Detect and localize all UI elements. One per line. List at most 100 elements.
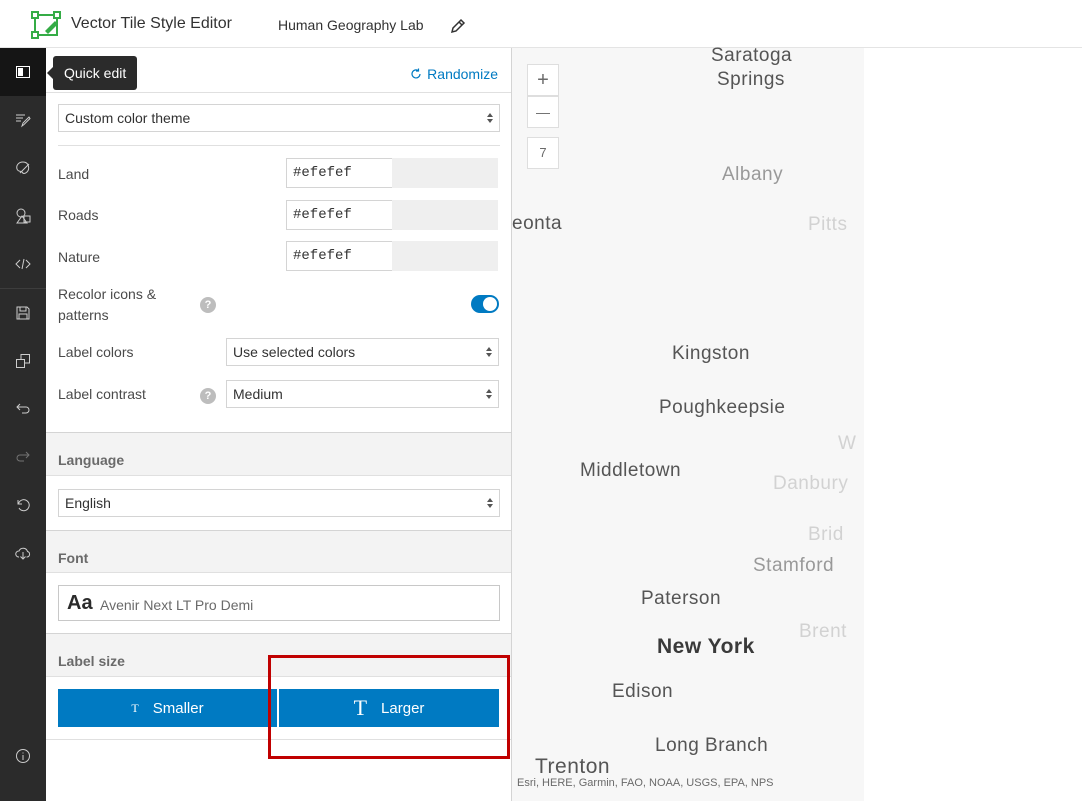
undo-button[interactable] xyxy=(0,385,46,433)
quick-edit-panel: Randomize Custom color theme Land #efefe… xyxy=(46,48,512,801)
language-value: English xyxy=(65,495,111,511)
larger-label: Larger xyxy=(381,699,425,717)
map-label-oneonta: eonta xyxy=(512,213,563,234)
reset-icon xyxy=(17,499,30,512)
recolor-label-line2: patterns xyxy=(58,307,109,323)
text-larger-icon: T xyxy=(353,695,368,720)
font-sample: Aa xyxy=(67,592,93,614)
pencil-icon[interactable] xyxy=(449,17,467,35)
map-label-bridgeport: Brid xyxy=(808,524,844,545)
roads-color-swatch[interactable] xyxy=(392,200,498,230)
color-theme-value: Custom color theme xyxy=(65,110,191,126)
edit-layers-button[interactable] xyxy=(0,96,46,144)
redo-icon xyxy=(16,451,30,462)
project-name: Human Geography Lab xyxy=(278,17,424,33)
smaller-label-button[interactable]: T Smaller xyxy=(58,689,277,727)
divider xyxy=(46,739,511,740)
smaller-label: Smaller xyxy=(152,699,204,717)
map-label-brentwood: Brent xyxy=(799,621,847,642)
edit-colors-icon xyxy=(16,161,30,174)
divider xyxy=(58,145,500,146)
recolor-toggle[interactable] xyxy=(471,295,499,313)
roads-color-input[interactable]: #efefef xyxy=(286,200,393,230)
map-label-paterson: Paterson xyxy=(641,588,722,609)
label-colors-label: Label colors xyxy=(58,344,134,360)
divider xyxy=(46,92,511,93)
map-label-trenton: Trenton xyxy=(535,755,611,778)
edit-layers-icon xyxy=(16,114,31,128)
refresh-icon xyxy=(411,68,421,79)
duplicate-icon xyxy=(16,354,30,368)
quick-edit-button[interactable] xyxy=(0,48,46,96)
label-size-title: Label size xyxy=(58,653,125,669)
land-label: Land xyxy=(58,166,90,182)
label-colors-value: Use selected colors xyxy=(233,344,356,360)
font-title: Font xyxy=(58,550,89,566)
larger-label-button[interactable]: T Larger xyxy=(279,689,499,727)
edit-colors-button[interactable] xyxy=(0,144,46,192)
info-button[interactable] xyxy=(0,732,46,780)
randomize-label: Randomize xyxy=(427,66,498,82)
map-label-long-branch: Long Branch xyxy=(655,735,769,756)
vector-tile-style-editor-logo-icon xyxy=(31,11,61,39)
label-contrast-select[interactable]: Medium xyxy=(226,380,499,408)
language-select[interactable]: English xyxy=(58,489,500,517)
color-theme-select[interactable]: Custom color theme xyxy=(58,104,500,132)
text-smaller-icon: T xyxy=(131,700,139,715)
help-icon[interactable]: ? xyxy=(200,388,216,404)
duplicate-button[interactable] xyxy=(0,337,46,385)
roads-label: Roads xyxy=(58,207,99,223)
quick-edit-icon xyxy=(16,66,30,78)
tool-rail xyxy=(0,48,46,801)
map-label-waterbury: W xyxy=(838,433,857,454)
nature-color-swatch[interactable] xyxy=(392,241,498,271)
save-icon xyxy=(16,306,30,320)
language-title: Language xyxy=(58,452,125,468)
download-icon xyxy=(15,547,31,560)
shapes-icon xyxy=(16,208,31,224)
download-button[interactable] xyxy=(0,529,46,577)
map-label-albany: Albany xyxy=(722,164,784,185)
redo-button[interactable] xyxy=(0,433,46,481)
map-attribution: Esri, HERE, Garmin, FAO, NOAA, USGS, EPA… xyxy=(517,777,774,789)
map-label-kingston: Kingston xyxy=(672,343,750,364)
select-arrows-icon xyxy=(487,498,493,508)
code-icon xyxy=(15,258,31,270)
recolor-label-line1: Recolor icons & xyxy=(58,286,157,302)
land-color-swatch[interactable] xyxy=(392,158,498,188)
code-button[interactable] xyxy=(0,240,46,288)
land-color-input[interactable]: #efefef xyxy=(286,158,393,188)
reset-button[interactable] xyxy=(0,481,46,529)
map-label-new-york: New York xyxy=(657,635,755,658)
quick-edit-tooltip: Quick edit xyxy=(46,56,138,90)
zoom-in-button[interactable]: + xyxy=(527,64,559,96)
font-section-header xyxy=(46,530,511,573)
info-icon xyxy=(16,749,30,763)
font-picker[interactable]: Aa Avenir Next LT Pro Demi xyxy=(58,585,500,621)
save-button[interactable] xyxy=(0,289,46,337)
map-label-danbury: Danbury xyxy=(773,473,849,494)
map-blank-area xyxy=(864,48,1082,801)
zoom-level: 7 xyxy=(527,137,559,169)
map-label-middletown: Middletown xyxy=(580,460,682,481)
label-colors-select[interactable]: Use selected colors xyxy=(226,338,499,366)
app-title: Vector Tile Style Editor xyxy=(71,15,232,32)
app-header: Vector Tile Style Editor Human Geography… xyxy=(0,0,1082,48)
select-arrows-icon xyxy=(486,389,492,399)
select-arrows-icon xyxy=(486,347,492,357)
zoom-out-button[interactable]: — xyxy=(527,96,559,128)
font-name: Avenir Next LT Pro Demi xyxy=(100,597,254,613)
undo-icon xyxy=(16,403,30,414)
map-view[interactable] xyxy=(512,48,864,801)
map-label-pittsfield: Pitts xyxy=(808,214,848,235)
select-arrows-icon xyxy=(487,113,493,123)
label-contrast-label: Label contrast xyxy=(58,386,146,402)
label-contrast-value: Medium xyxy=(233,386,283,402)
randomize-button[interactable]: Randomize xyxy=(410,66,498,82)
nature-color-input[interactable]: #efefef xyxy=(286,241,393,271)
map-label-edison: Edison xyxy=(612,681,674,702)
nature-label: Nature xyxy=(58,249,101,265)
help-icon[interactable]: ? xyxy=(200,297,216,313)
shapes-button[interactable] xyxy=(0,192,46,240)
map-label-springs: Springs xyxy=(717,69,785,90)
